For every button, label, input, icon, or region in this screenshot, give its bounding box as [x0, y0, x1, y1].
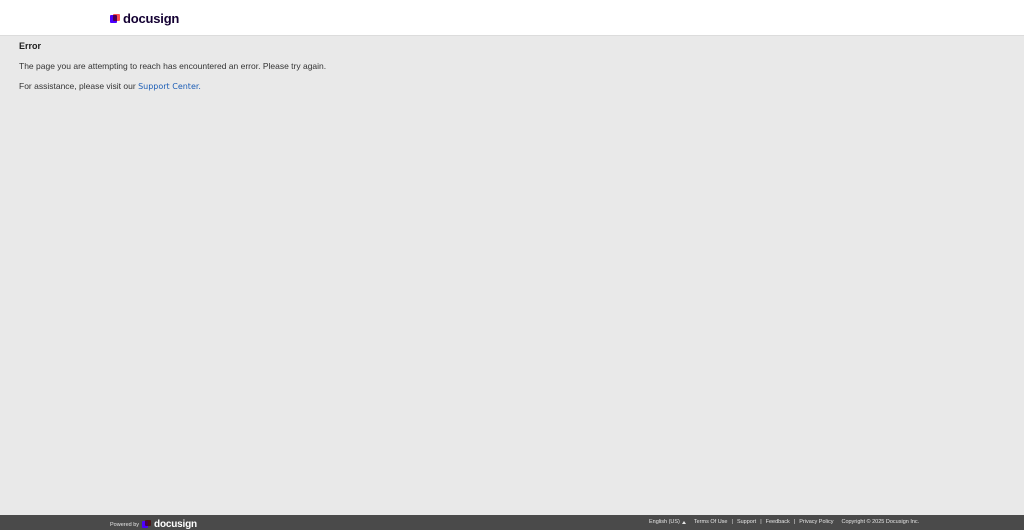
support-center-link[interactable]: Support Center.	[138, 82, 201, 91]
terms-of-use-link[interactable]: Terms Of Use	[694, 519, 728, 526]
docusign-footer-logo-icon	[142, 520, 152, 529]
copyright: Copyright © 2025 Docusign Inc.	[841, 519, 920, 525]
footer-links: English (US) Terms Of Use | Support | Fe…	[649, 519, 919, 526]
powered-by-label: Powered by	[110, 521, 140, 528]
docusign-logo[interactable]: docusign	[110, 11, 179, 26]
privacy-policy-link[interactable]: Privacy Policy	[799, 519, 833, 526]
caret-up-icon	[681, 521, 686, 524]
error-title: Error	[19, 41, 42, 51]
top-header: docusign	[0, 0, 1024, 36]
separator: |	[760, 519, 762, 525]
powered-by: Powered by docusign	[110, 519, 197, 530]
error-content: Error The page you are attempting to rea…	[19, 41, 919, 91]
language-selector[interactable]: English (US)	[649, 519, 686, 526]
separator: |	[731, 519, 733, 525]
assistance-text: For assistance, please visit our Support…	[19, 81, 201, 92]
docusign-logo-icon	[110, 13, 120, 24]
language-label: English (US)	[649, 519, 680, 525]
footer: Powered by docusign English (US) Terms O…	[0, 515, 1024, 530]
assistance-prefix: For assistance, please visit our	[19, 81, 139, 91]
logo-text: docusign	[123, 11, 180, 26]
separator: |	[793, 519, 796, 525]
feedback-link[interactable]: Feedback	[766, 519, 790, 526]
footer-logo-text: docusign	[154, 519, 197, 530]
error-message: The page you are attempting to reach has…	[19, 61, 327, 71]
support-link[interactable]: Support	[737, 519, 756, 526]
